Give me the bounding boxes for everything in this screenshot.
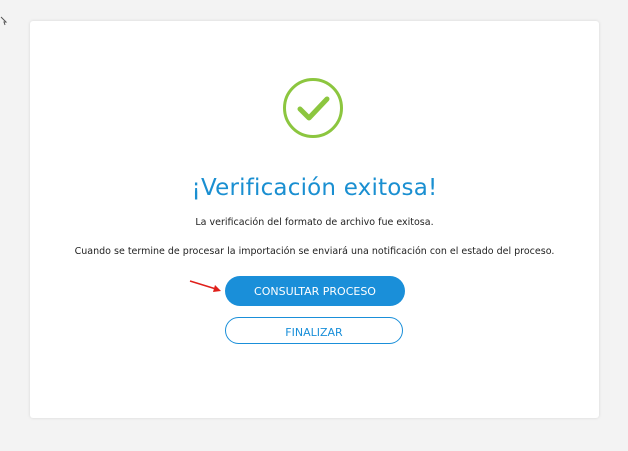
consultar-proceso-button[interactable]: CONSULTAR PROCESO (225, 276, 405, 306)
check-circle-icon (283, 78, 343, 138)
finalizar-button[interactable]: FINALIZAR (225, 317, 403, 344)
cursor-icon (0, 16, 8, 26)
success-dialog: ¡Verificación exitosa! La verificación d… (30, 21, 599, 418)
notification-notice: Cuando se termine de procesar la importa… (74, 246, 555, 257)
success-message: La verificación del formato de archivo f… (195, 217, 434, 228)
red-arrow-icon (189, 280, 221, 292)
dialog-title: ¡Verificación exitosa! (191, 175, 438, 201)
